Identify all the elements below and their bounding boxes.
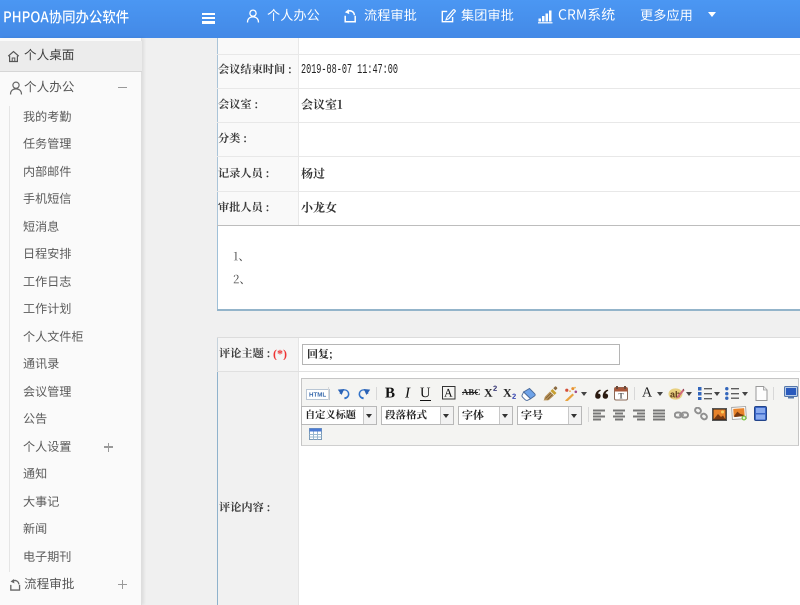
svg-text:T: T: [618, 391, 624, 400]
